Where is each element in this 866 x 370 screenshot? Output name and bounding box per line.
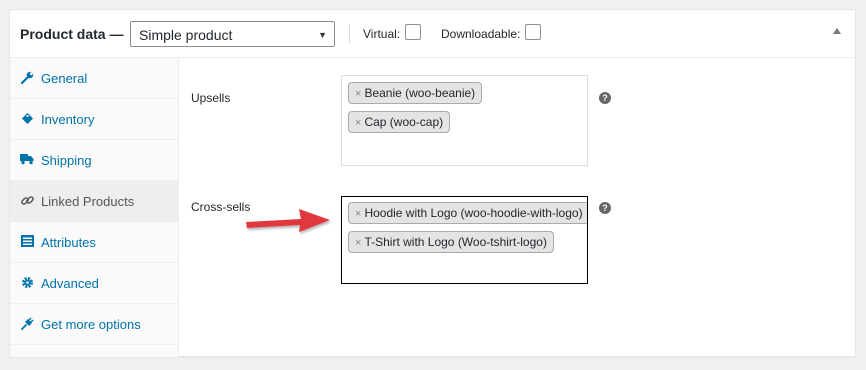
remove-chip-icon[interactable]: × — [355, 208, 361, 220]
crosssells-label: Cross-sells — [191, 200, 251, 214]
downloadable-checkbox[interactable] — [525, 24, 541, 40]
crosssells-field[interactable]: × Hoodie with Logo (woo-hoodie-with-logo)… — [341, 196, 588, 284]
tab-attributes-label: Attributes — [41, 235, 96, 250]
upsells-help-icon[interactable]: ? — [599, 92, 611, 104]
virtual-checkbox[interactable] — [405, 24, 421, 40]
upsell-chip[interactable]: × Beanie (woo-beanie) — [348, 82, 483, 104]
product-data-panel: Product data — Simple product ▼ Virtual:… — [9, 9, 856, 357]
upsells-field[interactable]: × Beanie (woo-beanie) × Cap (woo-cap) — [341, 75, 588, 166]
crosssell-chip[interactable]: × Hoodie with Logo (woo-hoodie-with-logo) — [348, 202, 587, 224]
remove-chip-icon[interactable]: × — [355, 237, 361, 249]
tab-get-more-options[interactable]: Get more options — [10, 304, 178, 345]
tab-attributes[interactable]: Attributes — [10, 222, 178, 263]
tab-linked-products[interactable]: Linked Products — [10, 181, 178, 222]
tab-general-label: General — [41, 71, 88, 86]
upsell-chip[interactable]: × Cap (woo-cap) — [348, 111, 451, 133]
header-divider — [349, 24, 350, 44]
product-type-select[interactable]: Simple product ▼ — [130, 21, 335, 47]
gear-icon — [20, 275, 34, 289]
annotation-arrow-icon — [246, 209, 330, 232]
remove-chip-icon[interactable]: × — [355, 117, 361, 129]
collapse-toggle-icon[interactable] — [833, 28, 841, 34]
plugin-icon — [20, 316, 34, 330]
tab-advanced-label: Advanced — [41, 276, 99, 291]
list-icon — [20, 234, 34, 248]
virtual-label: Virtual: — [363, 27, 401, 41]
panel-title: Product data — — [20, 26, 124, 42]
crosssell-chip[interactable]: × T-Shirt with Logo (Woo-tshirt-logo) — [348, 231, 554, 253]
tab-shipping-label: Shipping — [41, 153, 92, 168]
product-type-value: Simple product — [139, 27, 233, 43]
wrench-icon — [20, 70, 34, 84]
tab-shipping[interactable]: Shipping — [10, 140, 178, 181]
chip-label: Hoodie with Logo (woo-hoodie-with-logo) — [364, 206, 583, 220]
chip-label: Cap (woo-cap) — [364, 115, 444, 129]
tab-get-more-options-label: Get more options — [41, 317, 141, 332]
chip-label: T-Shirt with Logo (Woo-tshirt-logo) — [364, 235, 547, 249]
tag-icon — [20, 111, 34, 125]
panel-header: Product data — Simple product ▼ Virtual:… — [10, 10, 855, 58]
downloadable-label: Downloadable: — [441, 27, 521, 41]
crosssells-help-icon[interactable]: ? — [599, 202, 611, 214]
remove-chip-icon[interactable]: × — [355, 88, 361, 100]
product-data-tabs: General Inventory Shipping Linked Produc… — [10, 58, 179, 357]
upsells-label: Upsells — [191, 91, 231, 105]
truck-icon — [20, 152, 34, 166]
tab-inventory[interactable]: Inventory — [10, 99, 178, 140]
tab-linked-products-label: Linked Products — [41, 194, 135, 209]
dropdown-arrow-icon: ▼ — [318, 30, 327, 40]
link-icon — [20, 193, 34, 207]
tab-general[interactable]: General — [10, 58, 178, 99]
tab-advanced[interactable]: Advanced — [10, 263, 178, 304]
tab-inventory-label: Inventory — [41, 112, 95, 127]
chip-label: Beanie (woo-beanie) — [364, 86, 476, 100]
